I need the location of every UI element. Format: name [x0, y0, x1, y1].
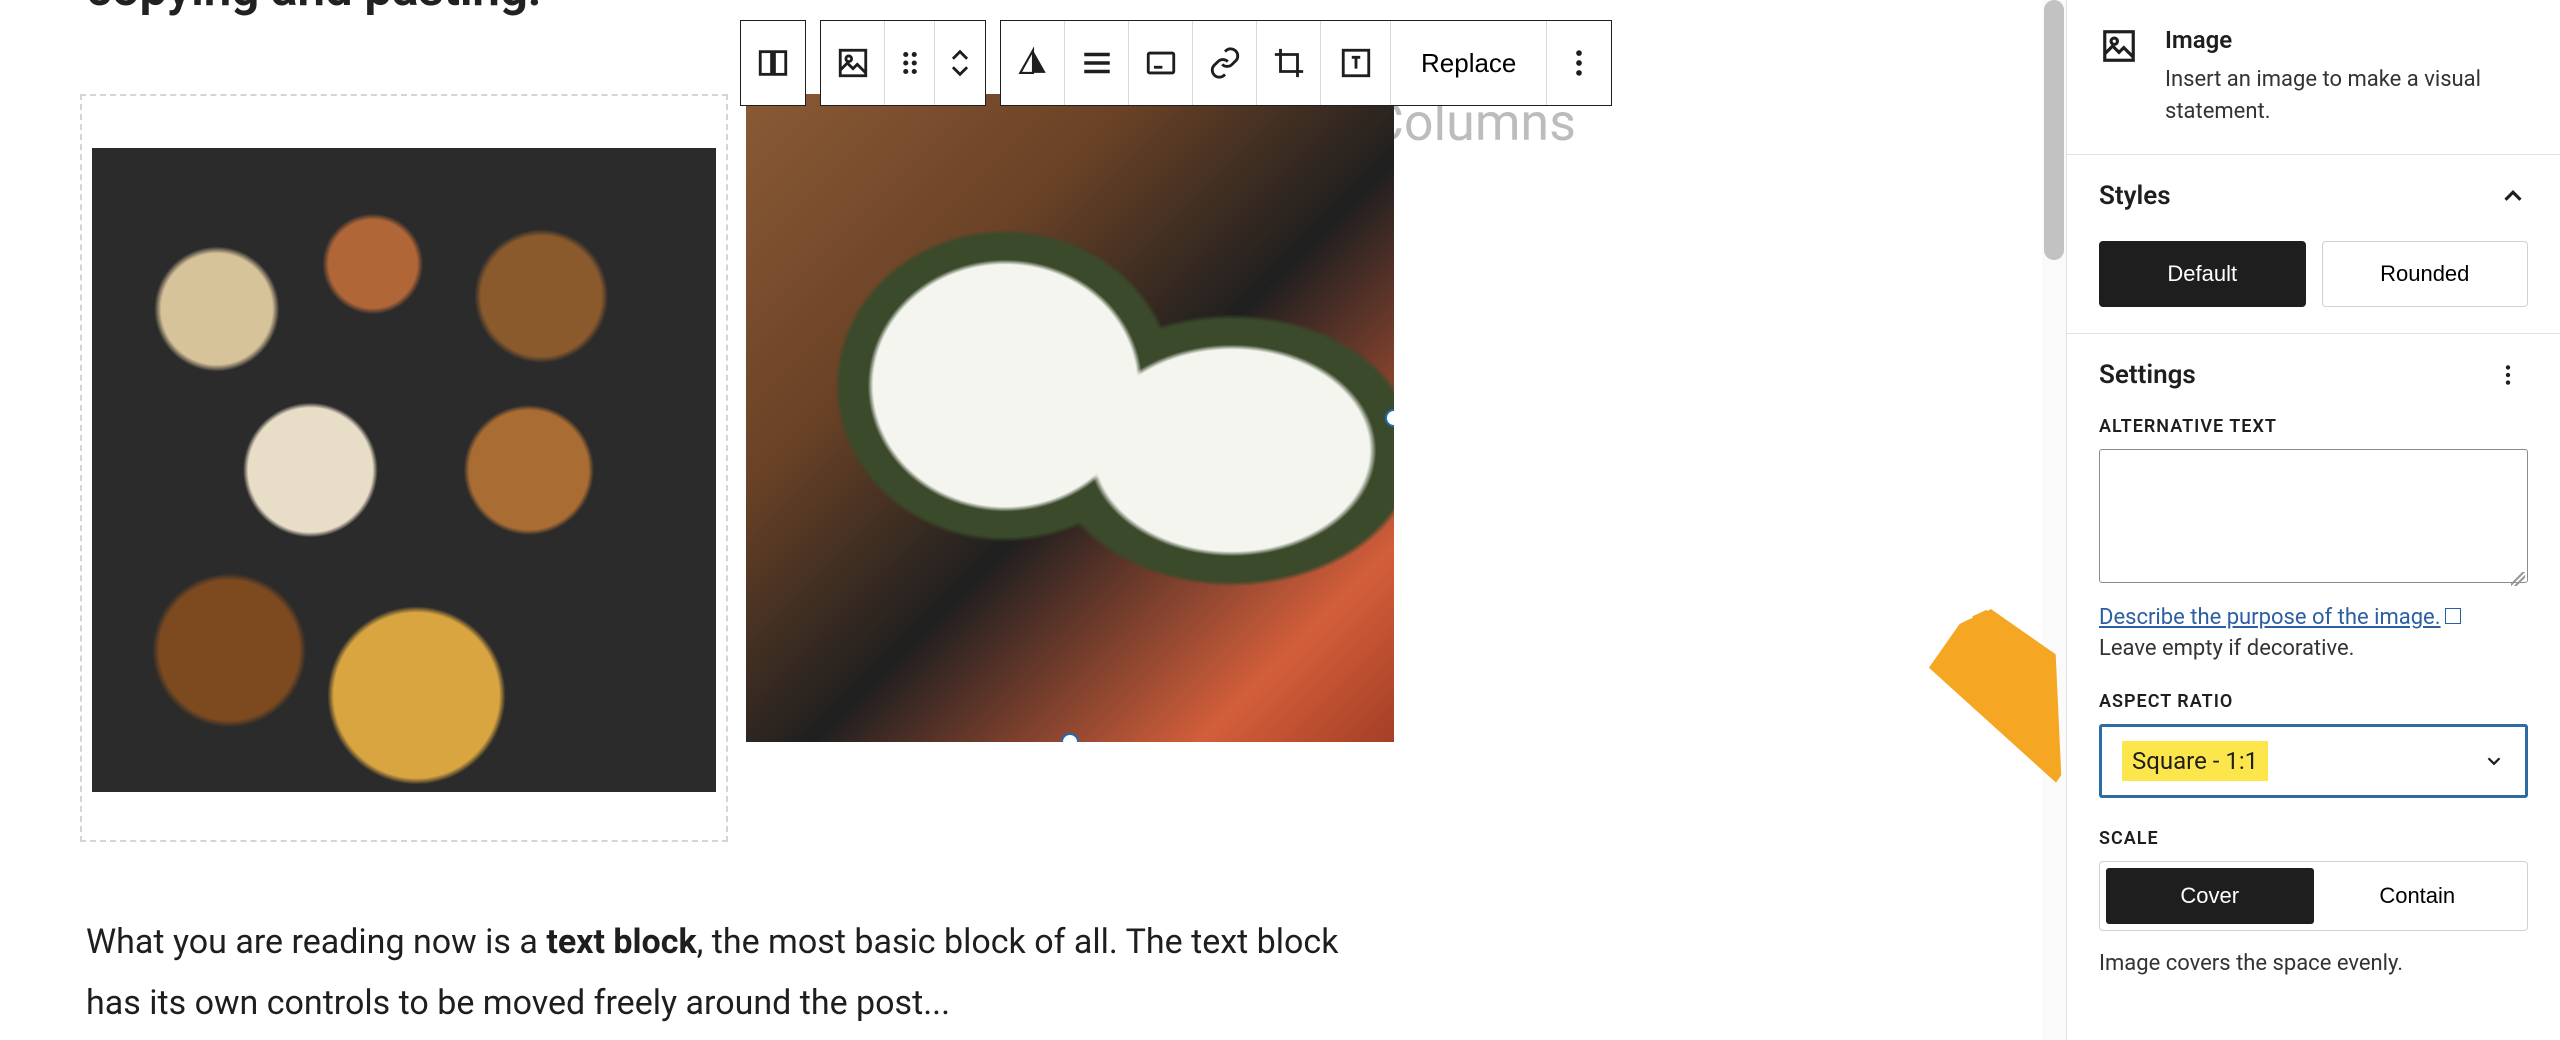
image-block-icon — [2099, 26, 2139, 66]
alt-text-label: ALTERNATIVE TEXT — [2099, 416, 2528, 437]
caption-button[interactable] — [1129, 21, 1193, 105]
styles-panel: Styles Default Rounded — [2067, 155, 2560, 334]
scale-cover-button[interactable]: Cover — [2106, 868, 2314, 924]
crop-button[interactable] — [1257, 21, 1321, 105]
text-overlay-button[interactable] — [1321, 21, 1391, 105]
aspect-ratio-select[interactable]: Square - 1:1 — [2099, 724, 2528, 798]
block-description: Insert an image to make a visual stateme… — [2165, 64, 2528, 128]
style-rounded-button[interactable]: Rounded — [2322, 241, 2529, 307]
align-button[interactable] — [1065, 21, 1129, 105]
chevron-down-icon — [2483, 750, 2505, 772]
image-2[interactable] — [746, 94, 1394, 742]
link-button[interactable] — [1193, 21, 1257, 105]
aspect-ratio-label: ASPECT RATIO — [2099, 691, 2528, 712]
duotone-button[interactable] — [1001, 21, 1065, 105]
textarea-resize-grip[interactable] — [2511, 572, 2525, 586]
paragraph-block[interactable]: What you are reading now is a text block… — [86, 912, 1346, 1034]
replace-button[interactable]: Replace — [1391, 21, 1547, 105]
alt-text-input[interactable] — [2099, 449, 2528, 583]
editor-canvas: copying and pasting. — [0, 0, 2066, 1040]
block-card: Image Insert an image to make a visual s… — [2067, 0, 2560, 155]
settings-panel-title: Settings — [2099, 360, 2196, 390]
block-name: Image — [2165, 26, 2528, 54]
block-type-button[interactable] — [821, 21, 885, 105]
style-default-button[interactable]: Default — [2099, 241, 2306, 307]
image-1[interactable] — [92, 148, 716, 792]
columns-block — [80, 94, 2026, 842]
styles-panel-title: Styles — [2099, 181, 2171, 211]
column-2-selected[interactable] — [746, 94, 1394, 842]
scale-contain-button[interactable]: Contain — [2314, 868, 2522, 924]
scale-label: SCALE — [2099, 828, 2528, 849]
chevron-up-icon[interactable] — [2498, 181, 2528, 211]
paragraph-bold: text block — [546, 922, 696, 962]
scale-segmented: Cover Contain — [2099, 861, 2528, 931]
food-plates-photo — [92, 148, 716, 792]
heading-fragment: copying and pasting. — [86, 0, 2026, 18]
column-1[interactable] — [80, 94, 728, 842]
paragraph-part-1: What you are reading now is a — [86, 922, 546, 962]
block-inspector-sidebar: Image Insert an image to make a visual s… — [2066, 0, 2560, 1040]
more-options-button[interactable] — [1547, 21, 1611, 105]
settings-panel: Settings ALTERNATIVE TEXT Describe the p… — [2067, 334, 2560, 1002]
alt-text-help-label: Describe the purpose of the image. — [2099, 605, 2441, 630]
editor-scrollbar-thumb[interactable] — [2044, 0, 2064, 260]
aspect-ratio-value: Square - 1:1 — [2122, 741, 2268, 781]
alt-text-helper: Leave empty if decorative. — [2099, 636, 2528, 661]
sushi-photo — [746, 94, 1394, 742]
editor-scrollbar-track[interactable] — [2042, 0, 2066, 1040]
alt-text-help-link[interactable]: Describe the purpose of the image. — [2099, 605, 2461, 630]
parent-block-button[interactable] — [741, 21, 805, 105]
scale-helper: Image covers the space evenly. — [2099, 951, 2528, 976]
external-link-icon — [2445, 608, 2461, 624]
move-up-down-button[interactable] — [935, 21, 985, 105]
drag-handle[interactable] — [885, 21, 935, 105]
settings-more-button[interactable] — [2488, 362, 2528, 388]
block-toolbar: Replace — [740, 20, 1612, 106]
